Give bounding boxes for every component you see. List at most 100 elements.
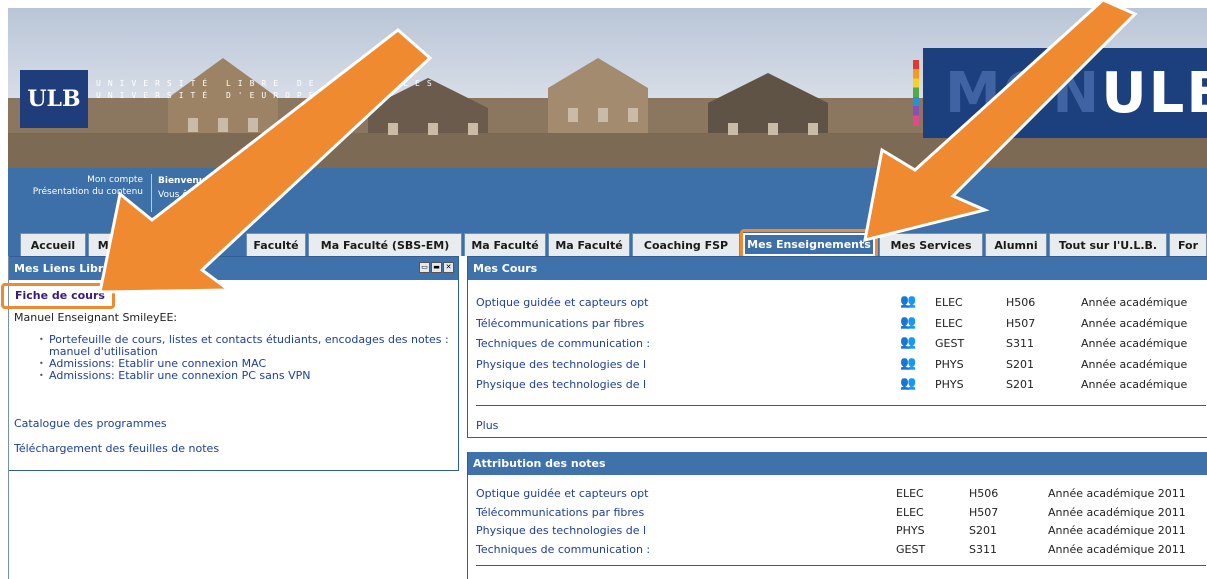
course-code: H507 bbox=[969, 506, 999, 519]
course-name-link[interactable]: Télécommunications par fibres bbox=[476, 317, 644, 330]
people-icon[interactable]: 👥 bbox=[900, 376, 916, 391]
course-code: H506 bbox=[1006, 296, 1036, 309]
telechargement-link[interactable]: Téléchargement des feuilles de notes bbox=[14, 442, 219, 455]
portlet-header: Attribution des notes bbox=[468, 452, 1207, 475]
attribution-des-notes-portlet: Attribution des notes Optique guidée et … bbox=[467, 452, 1207, 579]
welcome-bar: Mon compte Présentation du contenu Bienv… bbox=[8, 168, 1207, 220]
course-year: Année académique 2011 bbox=[1048, 543, 1186, 556]
university-line-1: UNIVERSITÉ LIBRE DE BRUXELLES bbox=[96, 79, 439, 88]
tab-mon-bureau[interactable]: Mon Bureau Vi bbox=[88, 233, 198, 256]
welcome-status: Vous êtes co bbox=[158, 190, 215, 200]
course-code: S311 bbox=[969, 543, 997, 556]
table-row: Télécommunications par fibres ELEC H507 … bbox=[476, 506, 1206, 521]
table-row: Techniques de communication : 👥 GEST S31… bbox=[476, 335, 1206, 353]
people-icon[interactable]: 👥 bbox=[900, 315, 916, 330]
right-column: Mes Cours Optique guidée et capteurs opt… bbox=[467, 256, 1207, 579]
course-dept: ELEC bbox=[935, 296, 963, 309]
course-dept: GEST bbox=[935, 337, 965, 350]
tab-alumni[interactable]: Alumni bbox=[985, 233, 1047, 256]
course-year: Année académique bbox=[1081, 358, 1188, 371]
tab-bar: Accueil Mon Bureau Vi Faculté Ma Faculté… bbox=[8, 220, 1207, 256]
plus-link[interactable]: Plus bbox=[476, 419, 498, 432]
course-name-link[interactable]: Physique des technologies de l bbox=[476, 378, 646, 391]
portlet-title: Mes Cours bbox=[473, 262, 538, 275]
portlet-header: Mes Cours bbox=[468, 257, 1207, 280]
tab-ma-faculte-sbs-em[interactable]: Ma Faculté (SBS-EM) bbox=[308, 233, 462, 256]
table-row: Physique des technologies de l PHYS S201… bbox=[476, 524, 1206, 539]
course-name-link[interactable]: Télécommunications par fibres bbox=[476, 506, 644, 519]
course-dept: ELEC bbox=[896, 506, 924, 519]
table-row: Télécommunications par fibres 👥 ELEC H50… bbox=[476, 315, 1206, 333]
site-banner: ULB UNIVERSITÉ LIBRE DE BRUXELLES UNIVER… bbox=[8, 8, 1207, 168]
table-row: Optique guidée et capteurs opt 👥 ELEC H5… bbox=[476, 294, 1206, 312]
catalogue-link[interactable]: Catalogue des programmes bbox=[14, 417, 167, 430]
manual-links-list: Portefeuille de cours, listes et contact… bbox=[39, 334, 449, 383]
tab-ma-faculte-1[interactable]: Ma Faculté bbox=[464, 233, 546, 256]
ulb-logo[interactable]: ULB bbox=[20, 70, 88, 128]
course-dept: ELEC bbox=[935, 317, 963, 330]
course-year: Année académique 2011 bbox=[1048, 487, 1186, 500]
manuel-enseignant-label: Manuel Enseignant SmileyEE: bbox=[14, 311, 178, 324]
welcome-divider bbox=[151, 174, 152, 212]
welcome-greeting: Bienvenue Phi bbox=[158, 176, 231, 186]
people-icon[interactable]: 👥 bbox=[900, 294, 916, 309]
color-strip bbox=[913, 60, 919, 126]
course-dept: GEST bbox=[896, 543, 926, 556]
course-dept: PHYS bbox=[935, 358, 964, 371]
tab-accueil[interactable]: Accueil bbox=[20, 233, 86, 256]
course-name-link[interactable]: Physique des technologies de l bbox=[476, 358, 646, 371]
tab-mes-services[interactable]: Mes Services bbox=[879, 233, 983, 256]
tab-tout-sur-ulb[interactable]: Tout sur l'U.L.B. bbox=[1049, 233, 1167, 256]
course-code: S201 bbox=[1006, 378, 1034, 391]
portlet-header: Mes Liens Libre Service ▭ ▬ ✕ bbox=[9, 257, 458, 280]
tab-coaching-fsp[interactable]: Coaching FSP bbox=[632, 233, 740, 256]
account-links: Mon compte Présentation du contenu bbox=[8, 174, 143, 198]
tab-highlight-box bbox=[740, 229, 878, 259]
tab-faculte[interactable]: Faculté bbox=[246, 233, 306, 256]
monulb-logo: MONULB bbox=[923, 48, 1207, 138]
list-item[interactable]: Portefeuille de cours, listes et contact… bbox=[39, 334, 449, 358]
course-code: S311 bbox=[1006, 337, 1034, 350]
list-item[interactable]: Admissions: Etablir une connexion PC san… bbox=[39, 370, 449, 383]
table-row: Techniques de communication : GEST S311 … bbox=[476, 543, 1206, 558]
window-controls: ▭ ▬ ✕ bbox=[419, 262, 454, 273]
course-name-link[interactable]: Physique des technologies de l bbox=[476, 524, 646, 537]
course-year: Année académique bbox=[1081, 317, 1188, 330]
divider bbox=[476, 405, 1206, 406]
course-code: H507 bbox=[1006, 317, 1036, 330]
tab-for[interactable]: For bbox=[1169, 233, 1207, 256]
course-code: S201 bbox=[969, 524, 997, 537]
university-name: UNIVERSITÉ LIBRE DE BRUXELLES UNIVERSITÉ… bbox=[96, 78, 439, 102]
portlet-title: Mes Liens Libre Service bbox=[14, 262, 161, 275]
course-code: H506 bbox=[969, 487, 999, 500]
table-row: Physique des technologies de l 👥 PHYS S2… bbox=[476, 376, 1206, 394]
monulb-prefix: MON bbox=[945, 60, 1102, 126]
course-code: S201 bbox=[1006, 358, 1034, 371]
course-name-link[interactable]: Techniques de communication : bbox=[476, 543, 650, 556]
course-year: Année académique bbox=[1081, 296, 1188, 309]
fiche-highlight-box bbox=[1, 283, 115, 309]
course-dept: PHYS bbox=[896, 524, 925, 537]
table-row: Optique guidée et capteurs opt ELEC H506… bbox=[476, 487, 1206, 502]
course-dept: PHYS bbox=[935, 378, 964, 391]
mes-cours-portlet: Mes Cours Optique guidée et capteurs opt… bbox=[467, 256, 1207, 438]
people-icon[interactable]: 👥 bbox=[900, 335, 916, 350]
course-year: Année académique 2011 bbox=[1048, 524, 1186, 537]
mon-compte-link[interactable]: Mon compte bbox=[8, 174, 143, 186]
welcome-message: Bienvenue Phi Vous êtes co bbox=[158, 174, 231, 202]
course-year: Année académique bbox=[1081, 378, 1188, 391]
people-icon[interactable]: 👥 bbox=[900, 356, 916, 371]
course-name-link[interactable]: Optique guidée et capteurs opt bbox=[476, 296, 648, 309]
course-name-link[interactable]: Techniques de communication : bbox=[476, 337, 650, 350]
tab-ma-faculte-2[interactable]: Ma Faculté bbox=[548, 233, 630, 256]
course-year: Année académique bbox=[1081, 337, 1188, 350]
presentation-link[interactable]: Présentation du contenu bbox=[8, 186, 143, 198]
course-name-link[interactable]: Optique guidée et capteurs opt bbox=[476, 487, 648, 500]
table-row: Physique des technologies de l 👥 PHYS S2… bbox=[476, 356, 1206, 374]
course-year: Année académique 2011 bbox=[1048, 506, 1186, 519]
monulb-suffix: ULB bbox=[1101, 60, 1207, 126]
restore-icon[interactable]: ▭ bbox=[419, 262, 430, 273]
minimize-icon[interactable]: ▬ bbox=[431, 262, 442, 273]
close-icon[interactable]: ✕ bbox=[443, 262, 454, 273]
course-dept: ELEC bbox=[896, 487, 924, 500]
